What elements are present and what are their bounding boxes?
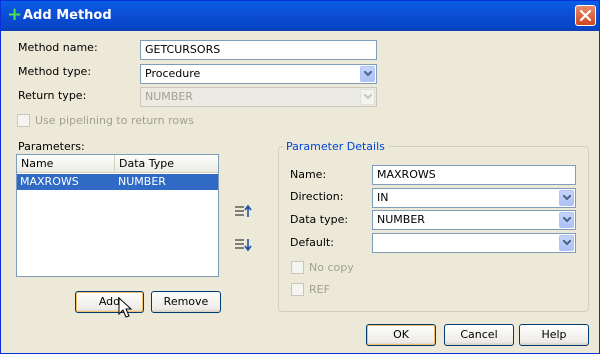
chevron-down-icon (364, 94, 372, 100)
no-copy-checkbox[interactable] (291, 261, 304, 274)
data-type-dropdown-button[interactable] (559, 212, 574, 228)
method-name-input[interactable]: GETCURSORS (140, 40, 377, 60)
dialog-title: Add Method (23, 8, 112, 23)
ref-checkbox[interactable] (291, 283, 304, 296)
chevron-down-icon (563, 240, 571, 246)
move-up-icon (235, 204, 252, 217)
default-dropdown-button[interactable] (559, 235, 574, 251)
plus-icon: + (7, 4, 23, 25)
add-method-dialog: + Add Method Method name: GETCURSORS Met… (0, 0, 600, 354)
method-type-label: Method type: (18, 65, 92, 78)
default-label: Default: (290, 236, 334, 249)
direction-label: Direction: (290, 190, 344, 203)
no-copy-label: No copy (309, 261, 354, 274)
column-header-data-type[interactable]: Data Type (115, 155, 218, 173)
method-name-label: Method name: (18, 41, 98, 54)
row-name-cell: MAXROWS (20, 175, 79, 188)
return-type-dropdown-button[interactable] (360, 89, 375, 105)
parameters-label: Parameters: (18, 140, 85, 153)
data-type-value: NUMBER (377, 213, 425, 226)
parameters-list-header: Name Data Type (17, 155, 218, 173)
move-down-button[interactable] (233, 236, 253, 256)
default-select[interactable] (372, 233, 576, 253)
cancel-button[interactable]: Cancel (444, 324, 514, 346)
close-icon (579, 9, 592, 22)
ref-label: REF (309, 283, 330, 296)
chevron-down-icon (563, 217, 571, 223)
method-type-dropdown-button[interactable] (360, 66, 375, 82)
close-button[interactable] (575, 5, 596, 26)
direction-select[interactable]: IN (372, 188, 576, 208)
pipelining-label: Use pipelining to return rows (35, 114, 194, 127)
method-type-value: Procedure (145, 67, 201, 80)
param-name-input[interactable]: MAXROWS (372, 165, 576, 185)
param-name-label: Name: (290, 168, 327, 181)
move-down-icon (235, 239, 252, 252)
data-type-select[interactable]: NUMBER (372, 210, 576, 230)
help-button[interactable]: Help (519, 324, 589, 346)
mouse-cursor-icon (118, 297, 133, 318)
method-type-select[interactable]: Procedure (140, 64, 377, 84)
return-type-value: NUMBER (145, 90, 193, 103)
parameters-list[interactable]: Name Data Type MAXROWS NUMBER (16, 154, 219, 277)
table-row[interactable]: MAXROWS NUMBER (17, 174, 218, 190)
move-up-button[interactable] (233, 203, 253, 223)
chevron-down-icon (364, 71, 372, 77)
data-type-label: Data type: (290, 213, 349, 226)
direction-value: IN (377, 191, 389, 204)
return-type-label: Return type: (18, 89, 87, 102)
remove-button[interactable]: Remove (151, 291, 221, 313)
return-type-select[interactable]: NUMBER (140, 87, 377, 107)
parameter-details-title: Parameter Details (283, 140, 388, 153)
chevron-down-icon (563, 195, 571, 201)
pipelining-checkbox[interactable] (17, 114, 30, 127)
ok-button[interactable]: OK (366, 324, 436, 346)
column-header-name[interactable]: Name (17, 155, 115, 173)
title-bar[interactable]: + Add Method (1, 1, 599, 31)
row-data-type-cell: NUMBER (118, 175, 166, 188)
direction-dropdown-button[interactable] (559, 190, 574, 206)
